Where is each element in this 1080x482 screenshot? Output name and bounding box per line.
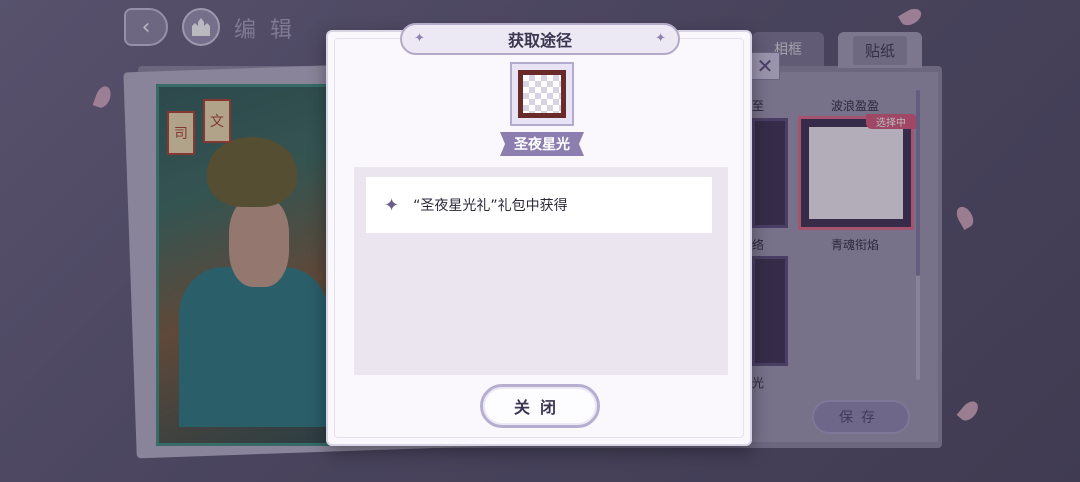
sparkle-icon: ✦ (414, 31, 425, 46)
modal-title: ✦ 获取途径 ✦ (400, 23, 680, 55)
sparkle-icon: ✦ (384, 194, 400, 216)
game-scene: ‹ 编辑 相框 贴纸 司 文 选择中 波浪盈盈 青魂衔焰 至 络 光 ✕ 保存 … (0, 0, 1080, 482)
frame-item-icon (510, 62, 574, 126)
item-name-ribbon: 圣夜星光 (500, 132, 584, 156)
close-button[interactable]: 关闭 (480, 384, 600, 428)
acquisition-modal: ✦ 获取途径 ✦ 圣夜星光 ✦ “圣夜星光礼”礼包中获得 关闭 (326, 23, 752, 446)
source-item: ✦ “圣夜星光礼”礼包中获得 (366, 177, 712, 233)
source-list: ✦ “圣夜星光礼”礼包中获得 (354, 167, 728, 375)
sparkle-icon: ✦ (655, 31, 666, 46)
source-text: “圣夜星光礼”礼包中获得 (413, 198, 568, 214)
